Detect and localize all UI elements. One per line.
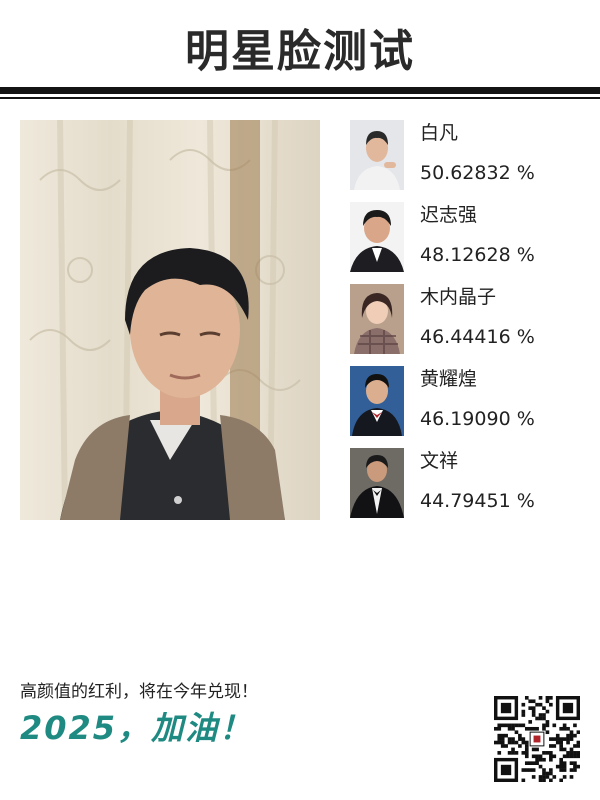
cheer-text: 2025，加油！ [20, 709, 254, 747]
match-name: 迟志强 [420, 204, 478, 226]
match-score-value: 44.79451 [420, 490, 511, 512]
qr-code-icon [494, 696, 581, 783]
match-item: 白凡 50.62832 % [350, 120, 600, 190]
match-score-unit: % [516, 244, 535, 266]
match-thumbnail [350, 366, 404, 436]
match-name: 白凡 [420, 122, 459, 144]
match-score-value: 50.62832 [420, 162, 511, 184]
match-score-unit: % [516, 162, 535, 184]
user-photo [20, 120, 320, 520]
header-divider-thin [0, 97, 600, 99]
match-thumbnail [350, 120, 404, 190]
match-name: 木内晶子 [420, 286, 497, 308]
match-score-value: 48.12628 [420, 244, 511, 266]
match-item: 迟志强 48.12628 % [350, 202, 600, 272]
match-score: 46.19090 % [420, 406, 535, 432]
match-score-unit: % [516, 408, 535, 430]
match-score-unit: % [516, 326, 535, 348]
match-item: 文祥 44.79451 % [350, 448, 600, 518]
match-score: 50.62832 % [420, 160, 535, 186]
match-name: 文祥 [420, 450, 459, 472]
page-title: 明星脸测试 [185, 26, 415, 77]
match-score: 44.79451 % [420, 488, 535, 514]
match-thumbnail [350, 448, 404, 518]
match-name: 黄耀煌 [420, 368, 478, 390]
match-thumbnail [350, 284, 404, 354]
match-item: 木内晶子 46.44416 % [350, 284, 600, 354]
match-score-value: 46.44416 [420, 326, 511, 348]
slogan-text: 高颜值的红利，将在今年兑现！ [20, 682, 258, 702]
match-score: 46.44416 % [420, 324, 535, 350]
header-divider-thick [0, 87, 600, 94]
match-score-unit: % [516, 490, 535, 512]
match-item: 黄耀煌 46.19090 % [350, 366, 600, 436]
match-score: 48.12628 % [420, 242, 535, 268]
match-thumbnail [350, 202, 404, 272]
match-score-value: 46.19090 [420, 408, 511, 430]
